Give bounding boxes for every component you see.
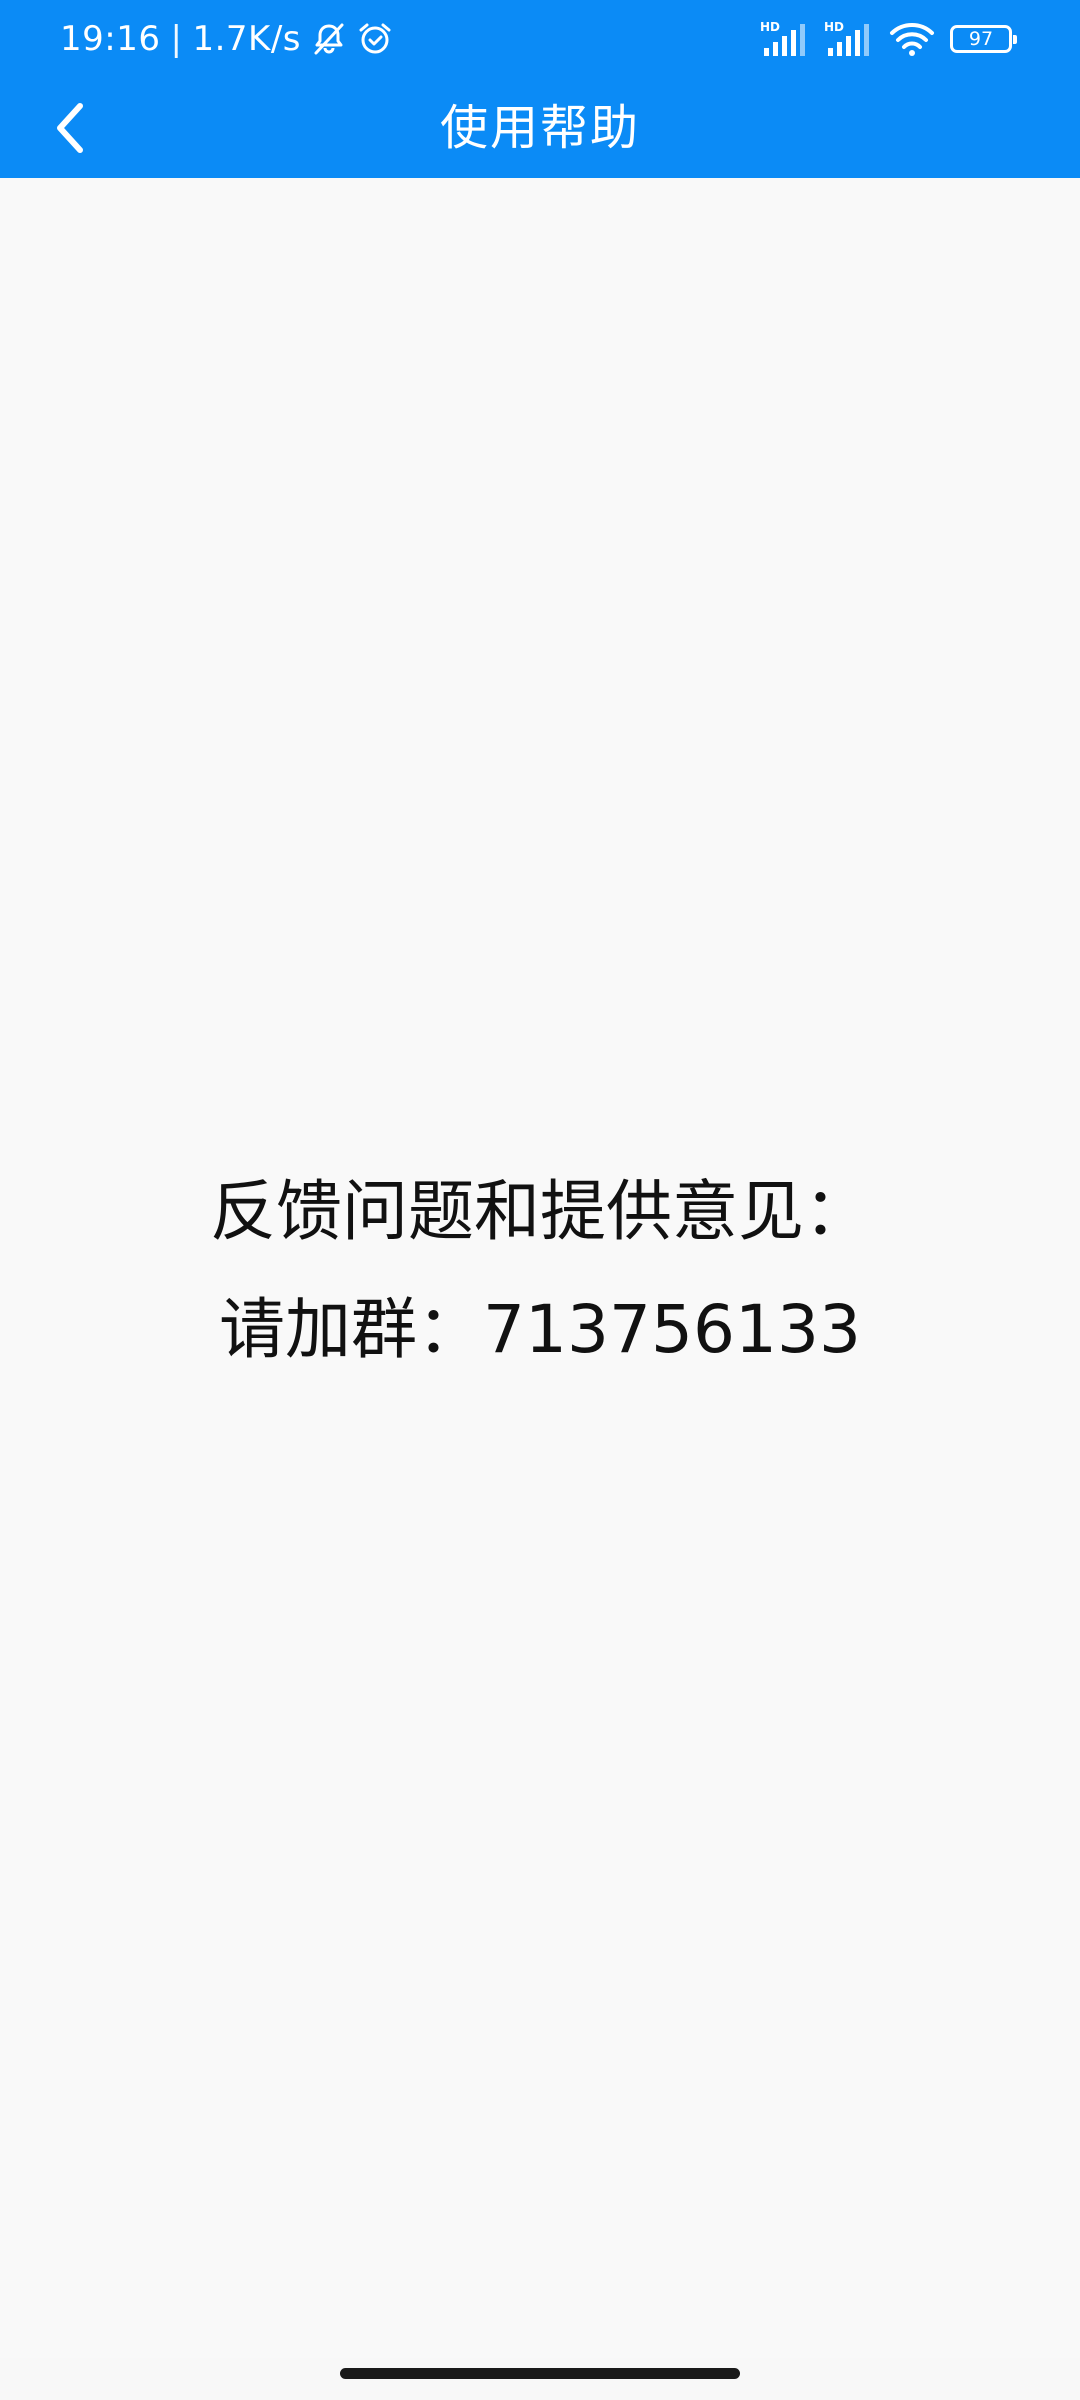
bell-muted-icon bbox=[311, 21, 347, 57]
alarm-icon bbox=[357, 21, 393, 57]
battery-level: 97 bbox=[968, 28, 994, 50]
help-content: 反馈问题和提供意见： 请加群：713756133 bbox=[0, 178, 1080, 2358]
status-separator: | bbox=[170, 19, 183, 59]
toolbar: 使用帮助 bbox=[0, 78, 1080, 178]
home-indicator[interactable] bbox=[340, 2368, 740, 2379]
status-left-group: 19:16 | 1.7K/s bbox=[60, 16, 393, 62]
battery-icon: 97 bbox=[950, 25, 1017, 53]
app-header: 19:16 | 1.7K/s HD HD 97 使用帮助 bbox=[0, 0, 1080, 178]
signal-hd-icon: HD bbox=[824, 20, 874, 58]
group-number-text: 请加群：713756133 bbox=[219, 1291, 861, 1368]
page-title: 使用帮助 bbox=[439, 100, 640, 156]
status-bar: 19:16 | 1.7K/s HD HD 97 bbox=[0, 0, 1080, 78]
feedback-text: 反馈问题和提供意见： bbox=[210, 1173, 870, 1250]
signal-hd-icon: HD bbox=[760, 20, 810, 58]
network-speed: 1.7K/s bbox=[192, 19, 301, 59]
status-time: 19:16 bbox=[60, 19, 161, 59]
status-right-group: HD HD 97 bbox=[760, 18, 1017, 60]
wifi-icon bbox=[888, 20, 936, 58]
